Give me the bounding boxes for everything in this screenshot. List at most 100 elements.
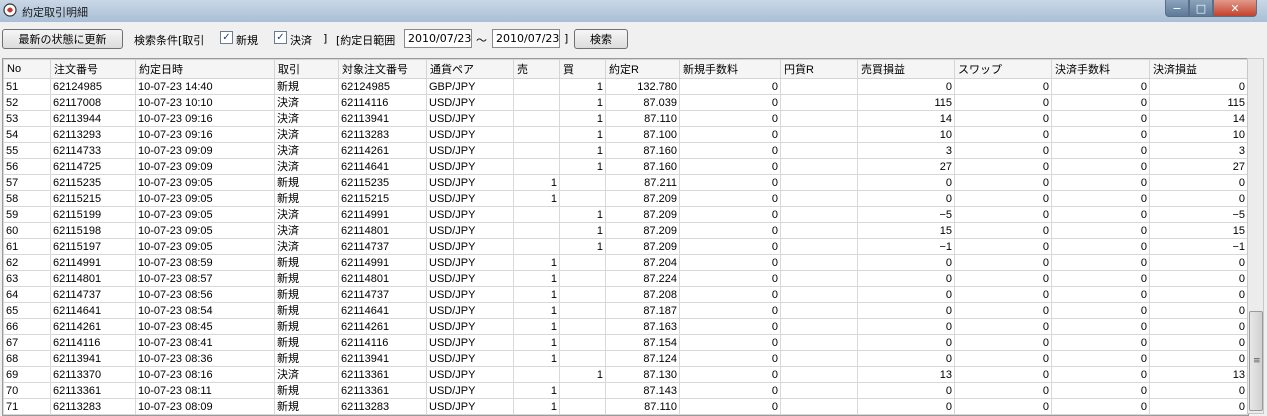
table-cell: 62114641: [338, 158, 427, 175]
table-row[interactable]: 60 62115198 10-07-23 09:05 決済 62114801 USD/JP…: [3, 222, 1248, 239]
minimize-button[interactable]: −: [1165, 0, 1189, 17]
table-cell: 62124985: [338, 78, 427, 95]
date-to-input[interactable]: 2010/07/23: [492, 29, 560, 48]
table-cell: USD/JPY: [426, 222, 514, 239]
table-row[interactable]: 70 62113361 10-07-23 08:11 新規 62113361 USD/JP…: [3, 382, 1248, 399]
table-cell: 決済: [274, 366, 339, 383]
table-cell: 決済: [274, 238, 339, 255]
column-header[interactable]: 約定R: [605, 59, 680, 79]
table-cell: 0: [679, 350, 781, 367]
table-row[interactable]: 65 62114641 10-07-23 08:54 新規 62114641 USD/JP…: [3, 302, 1248, 319]
table-cell: 0: [1149, 270, 1248, 287]
refresh-button[interactable]: 最新の状態に更新: [2, 29, 123, 49]
table-row[interactable]: 59 62115199 10-07-23 09:05 決済 62114991 USD/JP…: [3, 206, 1248, 223]
vertical-scrollbar[interactable]: ≡: [1247, 58, 1264, 414]
table-cell: 10-07-23 09:05: [135, 222, 275, 239]
column-header[interactable]: 通貨ペア: [426, 59, 514, 79]
settle-checkbox[interactable]: ✓: [274, 31, 287, 44]
settle-checkbox-label: 決済: [290, 34, 312, 47]
table-row[interactable]: 54 62113293 10-07-23 09:16 決済 62113283 USD/JP…: [3, 126, 1248, 143]
table-row[interactable]: 57 62115235 10-07-23 09:05 新規 62115235 USD/JP…: [3, 174, 1248, 191]
table-cell: 1: [513, 382, 560, 399]
column-header[interactable]: 対象注文番号: [338, 59, 427, 79]
table-cell: [780, 318, 858, 335]
table-cell: 52: [3, 94, 51, 111]
table-row[interactable]: 68 62113941 10-07-23 08:36 新規 62113941 USD/JP…: [3, 350, 1248, 367]
maximize-button[interactable]: □: [1189, 0, 1213, 17]
table-cell: [780, 174, 858, 191]
table-cell: 1: [559, 238, 606, 255]
table-cell: [559, 318, 606, 335]
table-row[interactable]: 63 62114801 10-07-23 08:57 新規 62114801 USD/JP…: [3, 270, 1248, 287]
table-row[interactable]: 58 62115215 10-07-23 09:05 新規 62115215 USD/JP…: [3, 190, 1248, 207]
column-header[interactable]: 決済手数料: [1051, 59, 1150, 79]
column-header[interactable]: 取引: [274, 59, 339, 79]
table-cell: 1: [559, 206, 606, 223]
table-cell: 1: [513, 174, 560, 191]
table-row[interactable]: 67 62114116 10-07-23 08:41 新規 62114116 USD/JP…: [3, 334, 1248, 351]
table-cell: 1: [513, 318, 560, 335]
column-header[interactable]: No: [3, 59, 51, 79]
table-row[interactable]: 64 62114737 10-07-23 08:56 新規 62114737 USD/JP…: [3, 286, 1248, 303]
table-row[interactable]: 71 62113283 10-07-23 08:09 新規 62113283 USD/JP…: [3, 398, 1248, 415]
table-body: 51 62124985 10-07-23 14:40 新規 62124985 GBP/JP…: [3, 78, 1248, 415]
table-cell: [559, 334, 606, 351]
column-header[interactable]: 決済損益: [1149, 59, 1248, 79]
table-cell: 0: [1149, 254, 1248, 271]
table-cell: 0: [679, 302, 781, 319]
table-cell: 62113941: [338, 110, 427, 127]
table-cell: 1: [559, 142, 606, 159]
column-header[interactable]: スワップ: [954, 59, 1052, 79]
table-row[interactable]: 52 62117008 10-07-23 10:10 決済 62114116 USD/JP…: [3, 94, 1248, 111]
table-cell: 0: [1051, 206, 1150, 223]
table-cell: USD/JPY: [426, 302, 514, 319]
table-cell: 87.187: [605, 302, 680, 319]
table-cell: 10-07-23 08:45: [135, 318, 275, 335]
close-button[interactable]: ✕: [1213, 0, 1257, 17]
new-checkbox[interactable]: ✓: [220, 31, 233, 44]
table-row[interactable]: 53 62113944 10-07-23 09:16 決済 62113941 USD/JP…: [3, 110, 1248, 127]
table-row[interactable]: 51 62124985 10-07-23 14:40 新規 62124985 GBP/JP…: [3, 78, 1248, 95]
column-header[interactable]: 買: [559, 59, 606, 79]
table-cell: 0: [954, 398, 1052, 415]
table-cell: 0: [857, 350, 955, 367]
table-cell: 新規: [274, 398, 339, 415]
table-cell: 0: [1051, 126, 1150, 143]
table-cell: 10-07-23 08:59: [135, 254, 275, 271]
table-row[interactable]: 56 62114725 10-07-23 09:09 決済 62114641 USD/JP…: [3, 158, 1248, 175]
table-row[interactable]: 66 62114261 10-07-23 08:45 新規 62114261 USD/JP…: [3, 318, 1248, 335]
date-from-input[interactable]: 2010/07/23: [404, 29, 472, 48]
search-button[interactable]: 検索: [574, 29, 628, 49]
table-cell: 0: [954, 142, 1052, 159]
table-cell: 87.110: [605, 110, 680, 127]
scrollbar-grip-icon: ≡: [1253, 356, 1261, 366]
table-cell: 62113283: [50, 398, 136, 415]
table-cell: 1: [513, 190, 560, 207]
table-cell: 1: [513, 398, 560, 415]
table-cell: 27: [857, 158, 955, 175]
table-cell: 0: [679, 206, 781, 223]
column-header[interactable]: 売: [513, 59, 560, 79]
table-cell: USD/JPY: [426, 286, 514, 303]
column-header[interactable]: 売買損益: [857, 59, 955, 79]
column-header[interactable]: 約定日時: [135, 59, 275, 79]
table-cell: 62114737: [338, 238, 427, 255]
column-header[interactable]: 新規手数料: [679, 59, 781, 79]
table-row[interactable]: 61 62115197 10-07-23 09:05 決済 62114737 USD/JP…: [3, 238, 1248, 255]
table-cell: 14: [857, 110, 955, 127]
table-row[interactable]: 55 62114733 10-07-23 09:09 決済 62114261 USD/JP…: [3, 142, 1248, 159]
column-header[interactable]: 円貨R: [780, 59, 858, 79]
table-cell: USD/JPY: [426, 142, 514, 159]
table-cell: 0: [857, 174, 955, 191]
table-row[interactable]: 69 62113370 10-07-23 08:16 決済 62113361 USD/JP…: [3, 366, 1248, 383]
table-cell: 0: [954, 270, 1052, 287]
table-cell: 87.163: [605, 318, 680, 335]
table-cell: 65: [3, 302, 51, 319]
table-cell: 0: [679, 174, 781, 191]
table-cell: [559, 382, 606, 399]
column-header[interactable]: 注文番号: [50, 59, 136, 79]
table-cell: 0: [954, 94, 1052, 111]
scrollbar-thumb[interactable]: ≡: [1249, 311, 1263, 411]
table-cell: 1: [559, 158, 606, 175]
table-row[interactable]: 62 62114991 10-07-23 08:59 新規 62114991 USD/JP…: [3, 254, 1248, 271]
